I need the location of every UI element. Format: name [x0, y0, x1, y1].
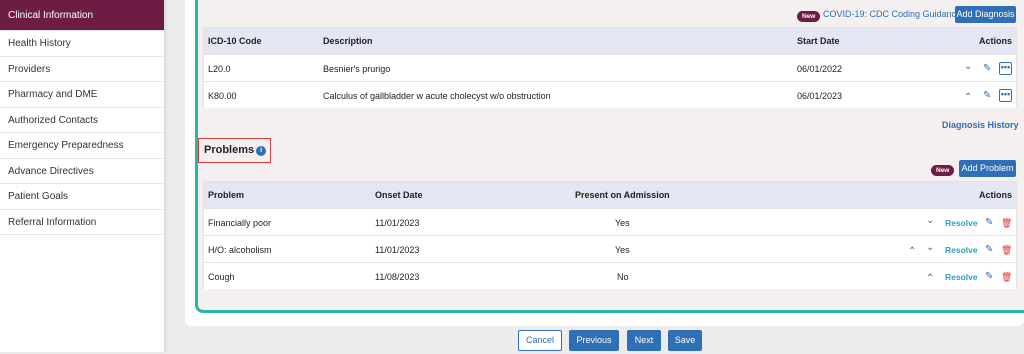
sidebar-nav: Clinical Information Health History Prov…	[0, 0, 165, 352]
info-icon[interactable]: i	[256, 146, 267, 156]
resolve-link[interactable]: Resolve	[945, 245, 978, 255]
new-badge: New	[797, 11, 821, 22]
problems-table: Problem Onset Date Present on Admission …	[203, 181, 1017, 289]
chevron-up-icon[interactable]: ⌃	[926, 274, 934, 284]
more-options-icon[interactable]: •••	[999, 89, 1012, 102]
icd10-code: L20.0	[208, 64, 231, 74]
present-on-admission: No	[617, 272, 629, 282]
col-present-on-admission: Present on Admission	[575, 190, 670, 200]
col-onset-date: Onset Date	[375, 190, 423, 200]
resolve-link[interactable]: Resolve	[945, 272, 978, 282]
save-button[interactable]: Save	[668, 330, 702, 351]
onset-date: 11/08/2023	[375, 272, 420, 282]
sidebar-item-advance-directives[interactable]: Advance Directives	[0, 159, 164, 184]
diagnosis-history-link[interactable]: Diagnosis History	[942, 120, 1019, 130]
col-description: Description	[323, 36, 373, 46]
table-row: L20.0 Besnier's prurigo 06/01/2022 ⌄ ✎ •…	[204, 54, 1016, 81]
edit-icon[interactable]: ✎	[985, 272, 993, 282]
col-icd10-code: ICD-10 Code	[208, 36, 262, 46]
icd10-code: K80.00	[208, 91, 237, 101]
sidebar-item-pharmacy-and-dme[interactable]: Pharmacy and DME	[0, 82, 164, 108]
edit-icon[interactable]: ✎	[985, 245, 993, 255]
sidebar-item-patient-goals[interactable]: Patient Goals	[0, 184, 164, 210]
sidebar-item-emergency-preparedness[interactable]: Emergency Preparedness	[0, 133, 164, 159]
sidebar-item-referral-information[interactable]: Referral Information	[0, 210, 164, 235]
sidebar-item-providers[interactable]: Providers	[0, 57, 164, 82]
covid-guidance-link[interactable]: COVID-19: CDC Coding Guidance	[823, 9, 961, 19]
chevron-down-icon[interactable]: ⌄	[926, 243, 934, 253]
diagnoses-table-header: ICD-10 Code Description Start Date Actio…	[204, 28, 1016, 54]
col-actions: Actions	[978, 36, 1012, 46]
cancel-button[interactable]: Cancel	[518, 330, 562, 351]
present-on-admission: Yes	[615, 218, 630, 228]
delete-icon[interactable]: 🗑	[1001, 272, 1012, 282]
problems-title: Problems	[204, 144, 255, 156]
col-start-date: Start Date	[797, 36, 840, 46]
add-diagnosis-button[interactable]: Add Diagnosis	[955, 6, 1016, 23]
table-row: Cough 11/08/2023 No ⌃ Resolve ✎ 🗑	[204, 262, 1016, 289]
chevron-down-icon[interactable]: ⌄	[964, 62, 972, 72]
start-date: 06/01/2023	[797, 91, 843, 101]
resolve-link[interactable]: Resolve	[945, 218, 978, 228]
new-badge: New	[931, 165, 955, 176]
problem-name: H/O: alcoholism	[208, 245, 272, 255]
edit-icon[interactable]: ✎	[983, 64, 991, 74]
sidebar-item-clinical-information[interactable]: Clinical Information	[0, 0, 164, 31]
chevron-down-icon[interactable]: ⌄	[926, 216, 934, 226]
problems-heading: Problems i	[204, 144, 267, 156]
chevron-up-icon[interactable]: ⌃	[964, 93, 972, 103]
add-problem-button[interactable]: Add Problem	[959, 160, 1016, 177]
sidebar-item-authorized-contacts[interactable]: Authorized Contacts	[0, 108, 164, 133]
table-row: Financially poor 11/01/2023 Yes ⌄ Resolv…	[204, 208, 1016, 235]
problems-table-header: Problem Onset Date Present on Admission …	[204, 182, 1016, 208]
more-options-icon[interactable]: •••	[999, 62, 1012, 75]
col-actions: Actions	[978, 190, 1012, 200]
table-row: K80.00 Calculus of gallbladder w acute c…	[204, 81, 1016, 108]
diagnosis-description: Besnier's prurigo	[323, 64, 391, 74]
table-row: H/O: alcoholism 11/01/2023 Yes ⌃ ⌄ Resol…	[204, 235, 1016, 262]
col-problem: Problem	[208, 190, 245, 200]
diagnoses-table: ICD-10 Code Description Start Date Actio…	[203, 27, 1017, 108]
present-on-admission: Yes	[615, 245, 630, 255]
onset-date: 11/01/2023	[375, 245, 420, 255]
start-date: 06/01/2022	[797, 64, 843, 74]
diagnosis-description: Calculus of gallbladder w acute cholecys…	[323, 91, 551, 101]
previous-button[interactable]: Previous	[569, 330, 619, 351]
problem-name: Financially poor	[208, 218, 272, 228]
edit-icon[interactable]: ✎	[985, 218, 993, 228]
delete-icon[interactable]: 🗑	[1001, 245, 1012, 255]
delete-icon[interactable]: 🗑	[1001, 218, 1012, 228]
next-button[interactable]: Next	[627, 330, 661, 351]
problem-name: Cough	[208, 272, 235, 282]
onset-date: 11/01/2023	[375, 218, 420, 228]
edit-icon[interactable]: ✎	[983, 91, 991, 101]
chevron-up-icon[interactable]: ⌃	[908, 247, 916, 257]
sidebar-item-health-history[interactable]: Health History	[0, 31, 164, 57]
